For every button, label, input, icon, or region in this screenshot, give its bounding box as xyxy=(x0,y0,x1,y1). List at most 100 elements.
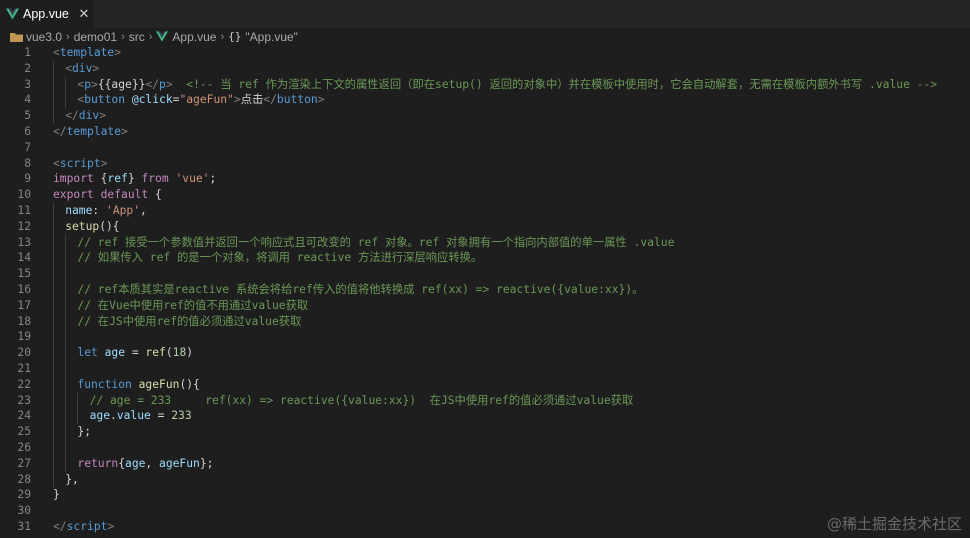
code-line[interactable]: 14 // 如果传入 ref 的是一个对象，将调用 reactive 方法进行深层… xyxy=(0,250,970,267)
line-number: 30 xyxy=(17,504,31,518)
code-line[interactable]: 12 setup(){ xyxy=(0,218,970,235)
indent-guide xyxy=(53,92,54,109)
breadcrumb-app-vue[interactable]: App.vue xyxy=(172,30,216,44)
indent-guide xyxy=(65,297,67,314)
indent-guide xyxy=(53,424,54,440)
breadcrumb-separator: › xyxy=(148,30,153,43)
indent-guide xyxy=(53,408,54,425)
watermark: @稀土掘金技术社区 xyxy=(826,515,962,533)
code-line[interactable]: 19 xyxy=(0,329,970,346)
code-token: { xyxy=(118,456,126,470)
line-number: 27 xyxy=(17,456,31,470)
indent-guide xyxy=(53,376,54,393)
line-number: 17 xyxy=(17,298,31,312)
indent-guide xyxy=(53,250,54,267)
code-token: div xyxy=(78,109,100,123)
indent-guide xyxy=(65,329,67,346)
code-line[interactable]: 18 // 在JS中使用ref的值必须通过value获取 xyxy=(0,313,970,330)
code-token: (){ xyxy=(179,377,200,391)
code-token: button xyxy=(276,93,318,107)
code-token: // age = 233 ref(xx) => reactive({value:… xyxy=(89,393,634,407)
code-line[interactable]: 25}; xyxy=(0,424,970,440)
breadcrumb-vue3[interactable]: vue3.0 xyxy=(26,30,62,44)
code-token: 18 xyxy=(172,346,187,360)
code-line[interactable]: 1 <template> xyxy=(0,45,970,61)
braces-icon: {} xyxy=(228,30,242,43)
code-line[interactable]: 28}, xyxy=(0,471,970,488)
code-line[interactable]: 30 xyxy=(0,503,970,519)
code-text: // 在Vue中使用ref的值不用通过value获取 xyxy=(31,297,970,314)
code-line[interactable]: 7 xyxy=(0,140,970,156)
indent-guide xyxy=(65,345,67,361)
code-text: <div> xyxy=(31,60,970,77)
code-line[interactable]: 2 <div> xyxy=(0,60,970,77)
code-editor[interactable]: 1 <template > 2 <div> 3 <p>{{age}}</p> <!-- 当 … xyxy=(0,45,970,538)
code-token: } xyxy=(127,172,142,186)
code-line[interactable]: 11 name: 'App', xyxy=(0,202,970,219)
code-line[interactable]: 9 import {ref} from 'vue'; xyxy=(0,171,970,187)
code-token: { xyxy=(93,172,108,186)
code-line[interactable]: 8 <script> xyxy=(0,156,970,172)
indent-guide xyxy=(53,297,54,314)
code-token: </ xyxy=(145,77,160,91)
code-token: < xyxy=(53,46,60,59)
code-line[interactable]: 20 let age = ref(18) xyxy=(0,345,970,361)
code-line[interactable]: 10 export default { xyxy=(0,187,970,203)
code-line[interactable]: 27 return{age, ageFun}; xyxy=(0,455,970,472)
breadcrumb-src[interactable]: src xyxy=(129,30,145,44)
indent-guide xyxy=(53,281,54,298)
breadcrumb-demo01[interactable]: demo01 xyxy=(74,30,117,44)
code-line[interactable]: 21 xyxy=(0,360,970,377)
code-token: 233 xyxy=(171,409,192,423)
code-token: name xyxy=(65,203,93,217)
line-number: 8 xyxy=(24,156,31,170)
code-line[interactable]: 22 function ageFun(){ xyxy=(0,376,970,393)
indent-guide xyxy=(65,408,67,425)
code-text: <p>{{age}}</p> <!-- 当 ref 作为渲染上下文的属性返回（即… xyxy=(31,76,970,93)
close-tab-icon[interactable]: ✕ xyxy=(74,7,94,22)
code-token: // ref 接受一个参数值并返回一个响应式且可改变的 ref 对象。ref 对… xyxy=(77,235,675,249)
code-line[interactable]: 4 <button @click="ageFun">点击</button> xyxy=(0,92,970,109)
indent-guide xyxy=(53,329,54,346)
code-line[interactable]: 29} xyxy=(0,487,970,503)
code-line[interactable]: 23 // age = 233 ref(xx) => reactive({valu… xyxy=(0,392,970,409)
code-token: </ xyxy=(263,93,277,107)
code-line[interactable]: 3 <p>{{age}}</p> <!-- 当 ref 作为渲染上下文的属性返回（… xyxy=(0,76,970,93)
code-token: ref xyxy=(145,346,166,360)
line-number: 23 xyxy=(17,393,31,407)
code-text: }, xyxy=(31,471,970,488)
code-token: { xyxy=(148,188,162,202)
indent-guide xyxy=(65,376,67,393)
code-text: <script> xyxy=(31,156,970,172)
code-token: ( xyxy=(165,346,173,360)
code-text xyxy=(31,266,970,282)
code-token: template xyxy=(59,46,115,59)
vue-file-icon xyxy=(6,8,19,20)
line-number: 14 xyxy=(17,251,31,265)
line-number: 4 xyxy=(24,93,31,107)
code-line[interactable]: 31 </script> xyxy=(0,519,970,535)
code-line[interactable]: 26 xyxy=(0,439,970,456)
code-token: 点击 xyxy=(240,93,264,107)
line-number: 12 xyxy=(17,219,31,233)
breadcrumb-symbol[interactable]: "App.vue" xyxy=(245,30,298,44)
folder-icon xyxy=(10,32,23,42)
code-token: > xyxy=(92,61,100,75)
code-line[interactable]: 16 // ref本质其实是reactive 系统会将给ref传入的值将他转换成 … xyxy=(0,281,970,298)
code-token: : xyxy=(92,203,107,217)
indent-guide xyxy=(65,439,67,456)
line-number: 18 xyxy=(17,314,31,328)
code-line[interactable]: 5 </div> xyxy=(0,108,970,124)
code-line[interactable]: 17 // 在Vue中使用ref的值不用通过value获取 xyxy=(0,297,970,314)
code-token: default xyxy=(100,188,149,202)
code-line[interactable]: 6 </template> xyxy=(0,124,970,140)
line-number: 1 xyxy=(24,46,31,59)
code-text: <button @click="ageFun">点击</button> xyxy=(31,92,970,109)
code-line[interactable]: 13 // ref 接受一个参数值并返回一个响应式且可改变的 ref 对象。ref… xyxy=(0,234,970,251)
line-number: 16 xyxy=(17,282,31,296)
code-token: // 如果传入 ref 的是一个对象，将调用 reactive 方法进行深层响应… xyxy=(77,251,483,265)
code-line[interactable]: 15 xyxy=(0,266,970,282)
tab-app-vue[interactable]: App.vue ✕ xyxy=(0,0,95,28)
code-line[interactable]: 24 age.value = 233 xyxy=(0,408,970,425)
code-text xyxy=(31,439,970,456)
